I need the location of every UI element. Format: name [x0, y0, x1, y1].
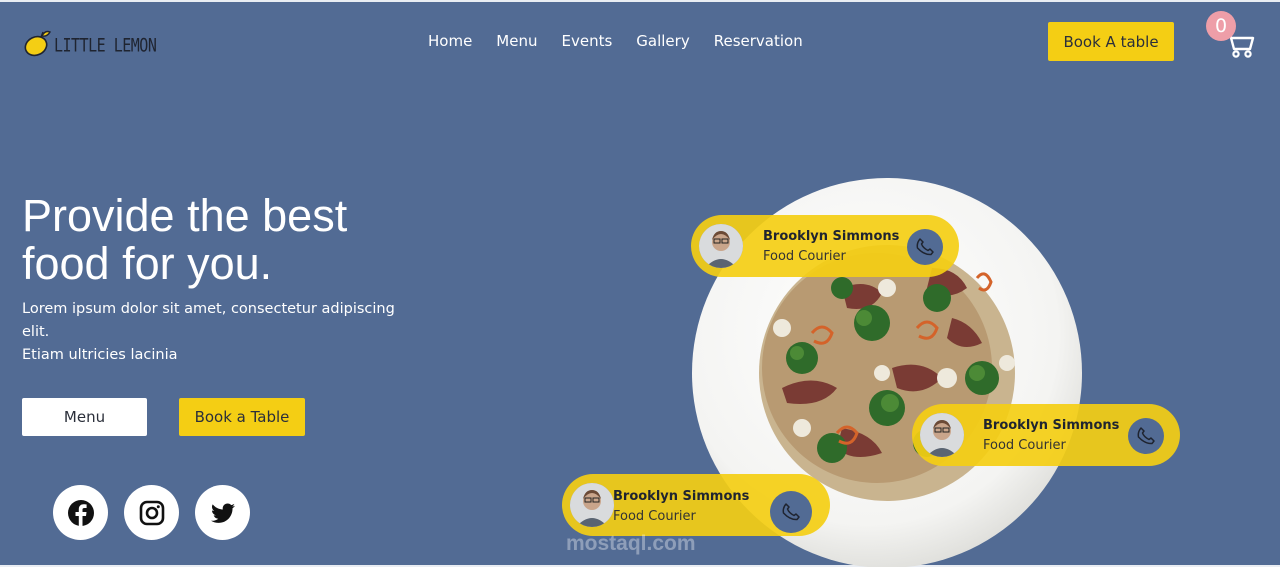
- instagram-button[interactable]: [124, 485, 179, 540]
- cart-count-badge: 0: [1206, 11, 1236, 41]
- nav-reservation[interactable]: Reservation: [714, 32, 803, 50]
- call-button[interactable]: [770, 491, 812, 533]
- phone-icon: [1137, 427, 1155, 445]
- courier-avatar: [699, 224, 743, 268]
- call-button[interactable]: [1128, 418, 1164, 454]
- menu-button[interactable]: Menu: [22, 398, 147, 436]
- courier-role: Food Courier: [983, 438, 1066, 453]
- logo[interactable]: LITTLE LEMON: [22, 26, 157, 58]
- courier-avatar: [920, 413, 964, 457]
- twitter-icon: [210, 503, 235, 523]
- courier-name: Brooklyn Simmons: [613, 489, 750, 504]
- courier-avatar: [570, 483, 614, 527]
- courier-card: Brooklyn Simmons Food Courier: [691, 215, 959, 277]
- phone-icon: [916, 238, 934, 256]
- watermark: mostaql.com: [566, 532, 696, 555]
- book-table-header-button[interactable]: Book A table: [1048, 22, 1174, 61]
- call-button[interactable]: [907, 229, 943, 265]
- courier-card: Brooklyn Simmons Food Courier: [912, 404, 1180, 466]
- nav-home[interactable]: Home: [428, 32, 472, 50]
- facebook-button[interactable]: [53, 485, 108, 540]
- courier-name: Brooklyn Simmons: [983, 418, 1120, 433]
- courier-role: Food Courier: [613, 509, 696, 524]
- main-nav: Home Menu Events Gallery Reservation: [428, 32, 803, 50]
- courier-name: Brooklyn Simmons: [763, 229, 900, 244]
- hero-title: Provide the best food for you.: [22, 190, 348, 289]
- nav-events[interactable]: Events: [561, 32, 612, 50]
- hero-description: Lorem ipsum dolor sit amet, consectetur …: [22, 298, 402, 367]
- hero-description-line: Etiam ultricies lacinia: [22, 347, 178, 363]
- phone-icon: [782, 503, 800, 521]
- nav-menu[interactable]: Menu: [496, 32, 537, 50]
- hero-description-line: Lorem ipsum dolor sit amet, consectetur …: [22, 301, 395, 340]
- lemon-icon: [24, 30, 52, 57]
- logo-text: LITTLE LEMON: [54, 33, 157, 57]
- courier-role: Food Courier: [763, 249, 846, 264]
- nav-gallery[interactable]: Gallery: [636, 32, 689, 50]
- twitter-button[interactable]: [195, 485, 250, 540]
- instagram-icon: [139, 500, 164, 525]
- book-table-button[interactable]: Book a Table: [179, 398, 305, 436]
- facebook-icon: [67, 499, 94, 526]
- courier-card: Brooklyn Simmons Food Courier: [562, 474, 830, 536]
